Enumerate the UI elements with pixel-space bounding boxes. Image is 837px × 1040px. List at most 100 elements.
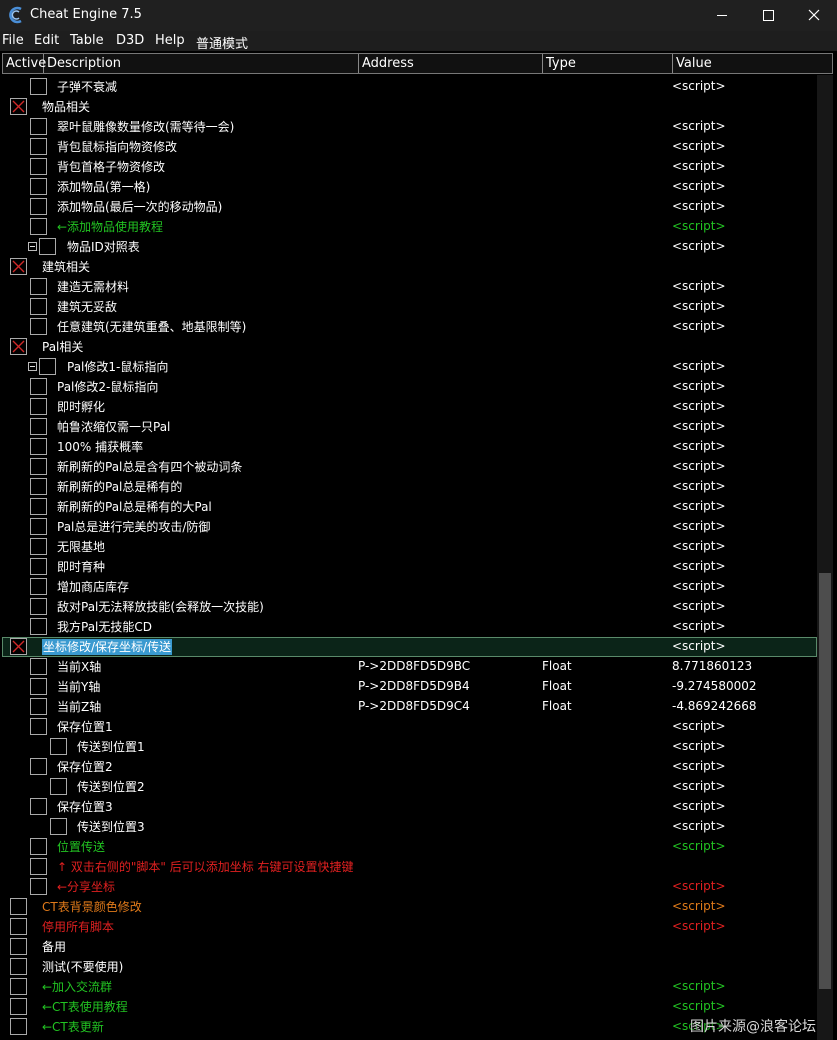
row-value[interactable]: <script> — [672, 239, 726, 253]
table-row[interactable]: 无限基地 <script> — [2, 537, 817, 557]
maximize-button[interactable] — [745, 0, 791, 31]
active-checkbox[interactable] — [10, 918, 27, 935]
active-checkbox[interactable] — [10, 958, 27, 975]
active-checkbox[interactable] — [30, 398, 47, 415]
row-value[interactable]: <script> — [672, 139, 726, 153]
active-checkbox[interactable] — [10, 258, 27, 275]
active-checkbox[interactable] — [30, 118, 47, 135]
row-value[interactable]: <script> — [672, 399, 726, 413]
table-row[interactable]: 物品ID对照表 <script> — [2, 237, 817, 257]
table-row[interactable]: ↑ 双击右侧的"脚本" 后可以添加坐标 右键可设置快捷键 — [2, 857, 817, 877]
table-row[interactable]: 新刷新的Pal总是含有四个被动词条 <script> — [2, 457, 817, 477]
active-checkbox[interactable] — [50, 738, 67, 755]
active-checkbox[interactable] — [30, 318, 47, 335]
active-checkbox[interactable] — [30, 498, 47, 515]
table-row[interactable]: 坐标修改/保存坐标/传送 <script> — [2, 637, 817, 657]
row-value[interactable]: <script> — [672, 639, 726, 653]
row-value[interactable]: -4.869242668 — [672, 699, 757, 713]
table-row[interactable]: 任意建筑(无建筑重叠、地基限制等) <script> — [2, 317, 817, 337]
row-value[interactable]: <script> — [672, 199, 726, 213]
menu-edit[interactable]: Edit — [34, 33, 59, 48]
row-value[interactable]: <script> — [672, 839, 726, 853]
row-value[interactable]: <script> — [672, 459, 726, 473]
table-row[interactable]: Pal总是进行完美的攻击/防御 <script> — [2, 517, 817, 537]
active-checkbox[interactable] — [10, 898, 27, 915]
active-checkbox[interactable] — [10, 638, 27, 655]
row-value[interactable]: <script> — [672, 719, 726, 733]
active-checkbox[interactable] — [39, 358, 56, 375]
row-value[interactable]: <script> — [672, 279, 726, 293]
table-row[interactable]: 当前Y轴 P->2DD8FD5D9B4 Float -9.274580002 — [2, 677, 817, 697]
row-value[interactable]: <script> — [672, 879, 726, 893]
active-checkbox[interactable] — [30, 278, 47, 295]
row-value[interactable]: <script> — [672, 499, 726, 513]
table-row[interactable]: 保存位置1 <script> — [2, 717, 817, 737]
table-row[interactable]: Pal修改2-鼠标指向 <script> — [2, 377, 817, 397]
active-checkbox[interactable] — [30, 378, 47, 395]
active-checkbox[interactable] — [30, 678, 47, 695]
row-value[interactable]: <script> — [672, 379, 726, 393]
active-checkbox[interactable] — [10, 338, 27, 355]
row-value[interactable]: <script> — [672, 899, 726, 913]
row-value[interactable]: <script> — [672, 439, 726, 453]
table-row[interactable]: 添加物品(第一格) <script> — [2, 177, 817, 197]
row-value[interactable]: <script> — [672, 419, 726, 433]
active-checkbox[interactable] — [30, 158, 47, 175]
active-checkbox[interactable] — [30, 858, 47, 875]
row-value[interactable]: <script> — [672, 299, 726, 313]
table-row[interactable]: 100% 捕获概率 <script> — [2, 437, 817, 457]
table-row[interactable]: 帕鲁浓缩仅需一只Pal <script> — [2, 417, 817, 437]
active-checkbox[interactable] — [30, 198, 47, 215]
table-row[interactable]: ←添加物品使用教程 <script> — [2, 217, 817, 237]
active-checkbox[interactable] — [50, 818, 67, 835]
row-value[interactable]: <script> — [672, 559, 726, 573]
menu-file[interactable]: File — [2, 33, 24, 48]
row-value[interactable]: 8.771860123 — [672, 659, 752, 673]
active-checkbox[interactable] — [30, 418, 47, 435]
column-address[interactable]: Address — [359, 54, 543, 73]
row-value[interactable]: <script> — [672, 999, 726, 1013]
collapse-icon[interactable] — [28, 362, 37, 371]
table-row[interactable]: 测试(不要使用) — [2, 957, 817, 977]
active-checkbox[interactable] — [30, 598, 47, 615]
table-row[interactable]: 保存位置2 <script> — [2, 757, 817, 777]
vertical-scrollbar[interactable] — [817, 75, 833, 1040]
active-checkbox[interactable] — [30, 558, 47, 575]
table-row[interactable]: 翠叶鼠雕像数量修改(需等待一会) <script> — [2, 117, 817, 137]
active-checkbox[interactable] — [30, 658, 47, 675]
active-checkbox[interactable] — [30, 838, 47, 855]
row-value[interactable]: <script> — [672, 819, 726, 833]
active-checkbox[interactable] — [50, 778, 67, 795]
active-checkbox[interactable] — [10, 1018, 27, 1035]
active-checkbox[interactable] — [30, 698, 47, 715]
active-checkbox[interactable] — [30, 438, 47, 455]
table-row[interactable]: 传送到位置3 <script> — [2, 817, 817, 837]
table-row[interactable]: 传送到位置1 <script> — [2, 737, 817, 757]
row-value[interactable]: -9.274580002 — [672, 679, 757, 693]
active-checkbox[interactable] — [30, 798, 47, 815]
active-checkbox[interactable] — [30, 478, 47, 495]
column-description[interactable]: Description — [44, 54, 359, 73]
row-value[interactable]: <script> — [672, 479, 726, 493]
row-value[interactable]: <script> — [672, 599, 726, 613]
row-value[interactable]: <script> — [672, 159, 726, 173]
active-checkbox[interactable] — [30, 538, 47, 555]
table-row[interactable]: 增加商店库存 <script> — [2, 577, 817, 597]
table-row[interactable]: 当前Z轴 P->2DD8FD5D9C4 Float -4.869242668 — [2, 697, 817, 717]
table-row[interactable]: 敌对Pal无法释放技能(会释放一次技能) <script> — [2, 597, 817, 617]
table-row[interactable]: ←分享坐标 <script> — [2, 877, 817, 897]
active-checkbox[interactable] — [10, 978, 27, 995]
row-value[interactable]: <script> — [672, 179, 726, 193]
column-value[interactable]: Value — [673, 54, 832, 73]
row-value[interactable]: <script> — [672, 799, 726, 813]
table-row[interactable]: 我方Pal无技能CD <script> — [2, 617, 817, 637]
active-checkbox[interactable] — [30, 618, 47, 635]
table-row[interactable]: 背包首格子物资修改 <script> — [2, 157, 817, 177]
active-checkbox[interactable] — [30, 218, 47, 235]
menu-help[interactable]: Help — [155, 33, 185, 48]
table-row[interactable]: Pal相关 — [2, 337, 817, 357]
active-checkbox[interactable] — [10, 998, 27, 1015]
row-value[interactable]: <script> — [672, 739, 726, 753]
table-row[interactable]: 新刷新的Pal总是稀有的 <script> — [2, 477, 817, 497]
active-checkbox[interactable] — [30, 178, 47, 195]
